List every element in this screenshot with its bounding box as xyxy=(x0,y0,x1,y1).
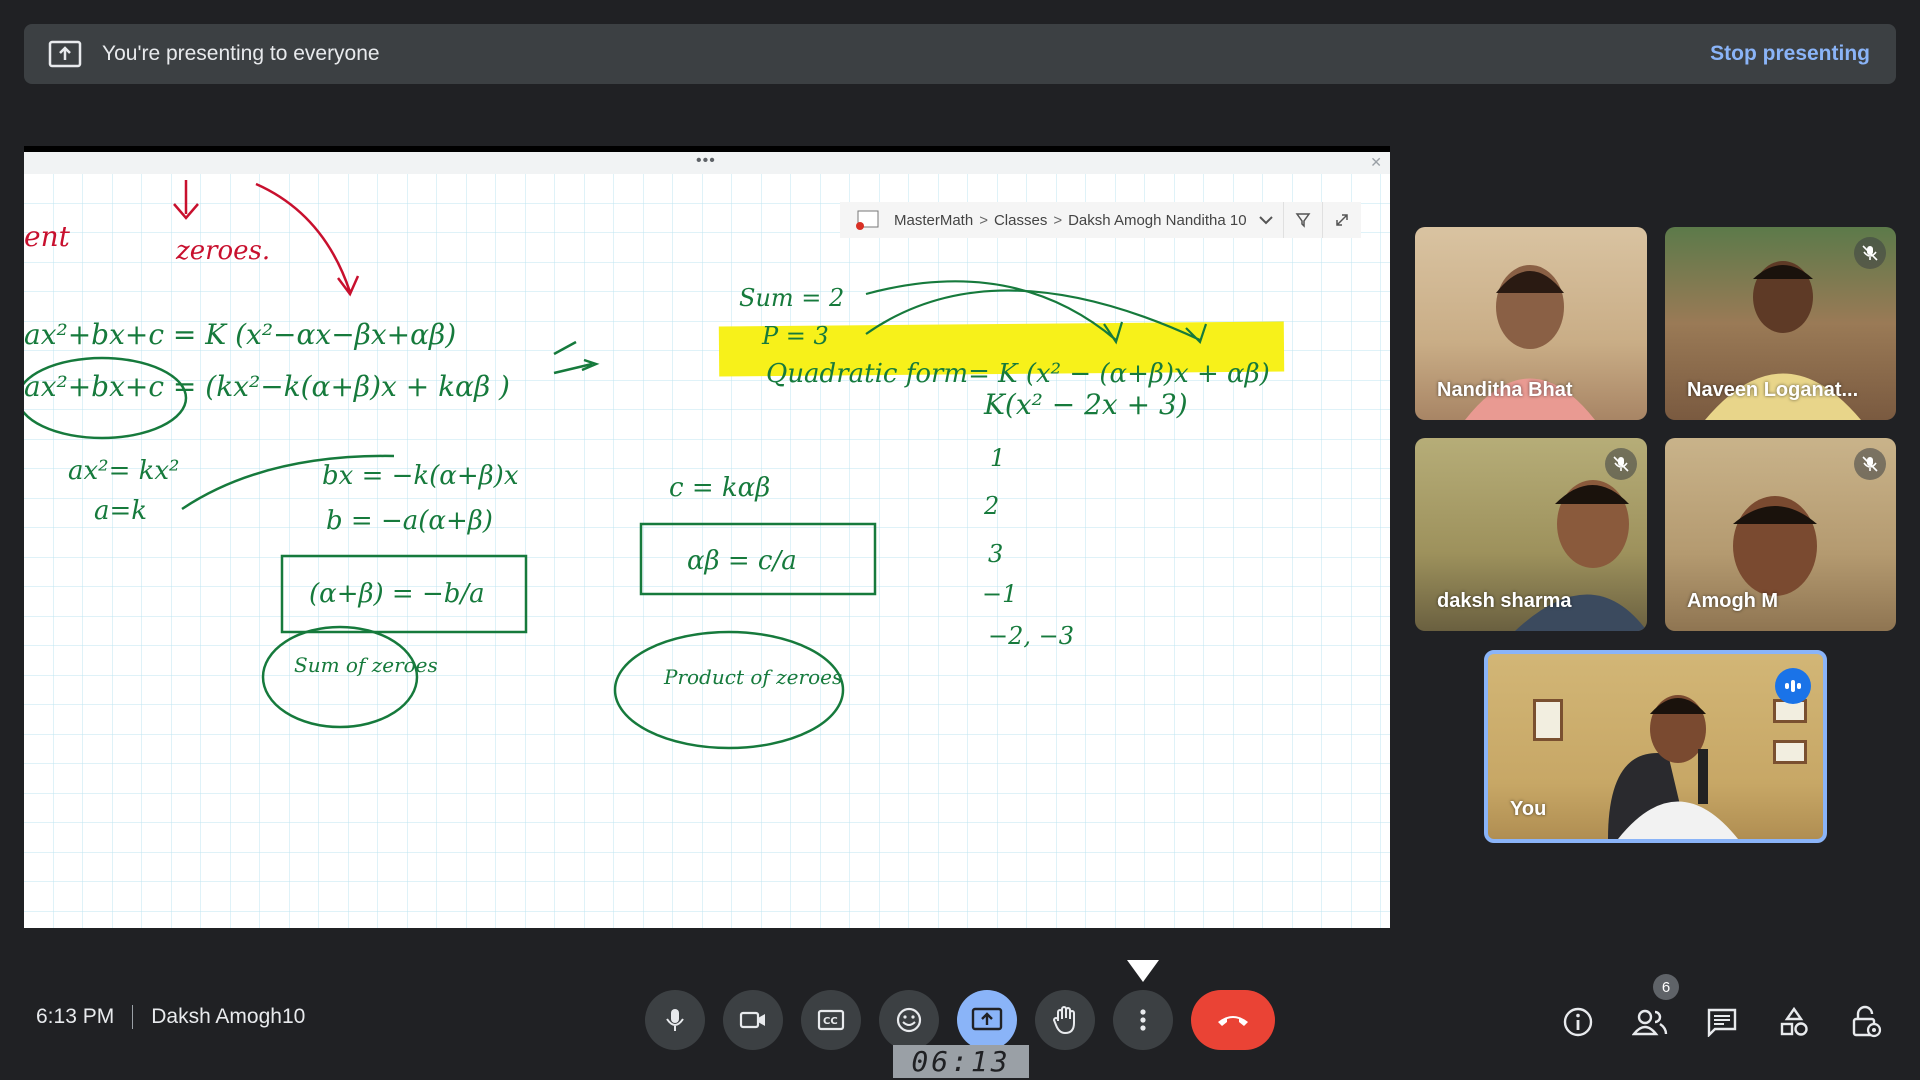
self-view-tile[interactable]: You xyxy=(1484,650,1827,843)
mic-icon xyxy=(666,1009,684,1031)
participant-name: Amogh M xyxy=(1687,590,1779,612)
mic-off-icon xyxy=(1854,448,1886,480)
whiteboard-text: zeroes. xyxy=(175,236,270,266)
people-button[interactable] xyxy=(1630,1002,1670,1042)
whiteboard-text: Product of zeroes xyxy=(663,665,842,689)
emoji-icon xyxy=(896,1007,922,1033)
meeting-details-button[interactable] xyxy=(1558,1002,1598,1042)
chat-icon xyxy=(1707,1008,1737,1037)
stop-presenting-button[interactable]: Stop presenting xyxy=(1704,36,1876,72)
svg-text:CC: CC xyxy=(823,1016,838,1027)
participant-name: You xyxy=(1510,798,1547,820)
raise-hand-icon xyxy=(1052,1006,1075,1035)
participant-tile[interactable]: daksh sharma xyxy=(1415,438,1647,631)
close-icon[interactable]: ✕ xyxy=(1370,154,1382,171)
whiteboard-canvas: ent zeroes. ax²+bx+c = K (x²−αx−βx+αβ) a… xyxy=(24,174,1390,928)
host-controls-button[interactable] xyxy=(1846,1002,1886,1042)
filter-icon[interactable] xyxy=(1282,202,1322,238)
chat-button[interactable] xyxy=(1702,1002,1742,1042)
host-controls-icon xyxy=(1852,1005,1882,1038)
whiteboard-text: ax²+bx+c = (kx²−k(α+β)x + kαβ ) xyxy=(24,370,510,403)
info-icon xyxy=(1563,1007,1593,1037)
participant-tile[interactable]: Nanditha Bhat xyxy=(1415,227,1647,420)
whiteboard-text: bx = −k(α+β)x xyxy=(322,461,519,491)
whiteboard-text: P = 3 xyxy=(761,322,829,350)
whiteboard-text: −1 xyxy=(982,580,1017,608)
more-options-icon xyxy=(1140,1009,1146,1031)
breadcrumb-separator: > xyxy=(1053,211,1063,229)
mic-button[interactable] xyxy=(645,990,705,1050)
window-titlebar: ••• ✕ xyxy=(24,152,1390,174)
reactions-button[interactable] xyxy=(879,990,939,1050)
participant-tile[interactable]: Amogh M xyxy=(1665,438,1896,631)
people-count-badge: 6 xyxy=(1653,974,1679,1000)
captions-icon: CC xyxy=(817,1009,845,1031)
whiteboard-text: 1 xyxy=(990,444,1005,472)
chevron-down-icon[interactable] xyxy=(1258,215,1273,225)
drag-handle-icon[interactable]: ••• xyxy=(696,152,716,170)
raise-hand-button[interactable] xyxy=(1035,990,1095,1050)
whiteboard-text: ax²= kx² xyxy=(68,456,179,486)
whiteboard-text: ent xyxy=(24,220,71,253)
speaking-indicator-icon xyxy=(1775,668,1811,704)
whiteboard-text: 2 xyxy=(983,492,999,520)
whiteboard-text: −2, −3 xyxy=(988,622,1074,650)
participant-name: daksh sharma xyxy=(1437,590,1572,612)
present-icon xyxy=(971,1007,1003,1031)
participant-tile[interactable]: Naveen Loganat... xyxy=(1665,227,1896,420)
breadcrumb-separator: > xyxy=(979,211,988,229)
activities-icon xyxy=(1780,1006,1808,1036)
camera-button[interactable] xyxy=(723,990,783,1050)
whiteboard-text: b = −a(α+β) xyxy=(326,506,493,536)
people-icon xyxy=(1632,1009,1668,1036)
whiteboard-text: αβ = c/a xyxy=(687,546,797,576)
present-to-all-icon xyxy=(48,40,82,68)
presenting-banner: You're presenting to everyone Stop prese… xyxy=(24,24,1896,84)
mic-off-icon xyxy=(1605,448,1637,480)
breadcrumb-section[interactable]: Classes xyxy=(992,212,1049,229)
shared-screen: ••• ✕ ent zeroes. ax²+bx+c = K (x²−αx−βx… xyxy=(24,146,1390,928)
camera-icon xyxy=(739,1011,765,1029)
end-call-icon xyxy=(1218,1016,1248,1026)
mic-off-icon xyxy=(1854,237,1886,269)
breadcrumb-page[interactable]: Daksh Amogh Nanditha 10 xyxy=(1066,212,1248,229)
expand-icon[interactable] xyxy=(1321,202,1361,238)
leave-call-button[interactable] xyxy=(1191,990,1275,1050)
breadcrumb-notebook[interactable]: MasterMath xyxy=(892,212,975,229)
whiteboard-text: a=k xyxy=(94,496,147,526)
more-options-button[interactable] xyxy=(1113,990,1173,1050)
participant-name: Naveen Loganat... xyxy=(1687,379,1859,401)
pointer-marker-icon xyxy=(1127,960,1159,982)
captions-button[interactable]: CC xyxy=(801,990,861,1050)
participant-name: Nanditha Bhat xyxy=(1437,379,1573,401)
notebook-breadcrumb-bar: MasterMath > Classes > Daksh Amogh Nandi… xyxy=(840,202,1361,238)
session-timer: 06:13 xyxy=(893,1045,1029,1078)
whiteboard-text: c = kαβ xyxy=(669,473,770,503)
whiteboard-text: (α+β) = −b/a xyxy=(309,579,485,609)
highlighted-formula: Quadratic form= K (x² − (α+β)x + αβ) xyxy=(766,359,1270,389)
present-button[interactable] xyxy=(957,990,1017,1050)
whiteboard-text: Sum = 2 xyxy=(739,284,844,312)
presenting-status-text: You're presenting to everyone xyxy=(102,42,380,65)
whiteboard-text: Sum of zeroes xyxy=(294,653,438,677)
whiteboard-text: 3 xyxy=(988,540,1003,568)
whiteboard-text: K(x² − 2x + 3) xyxy=(983,388,1188,421)
activities-button[interactable] xyxy=(1774,1002,1814,1042)
notebook-icon xyxy=(854,209,882,231)
whiteboard-text: ax²+bx+c = K (x²−αx−βx+αβ) xyxy=(24,318,456,351)
